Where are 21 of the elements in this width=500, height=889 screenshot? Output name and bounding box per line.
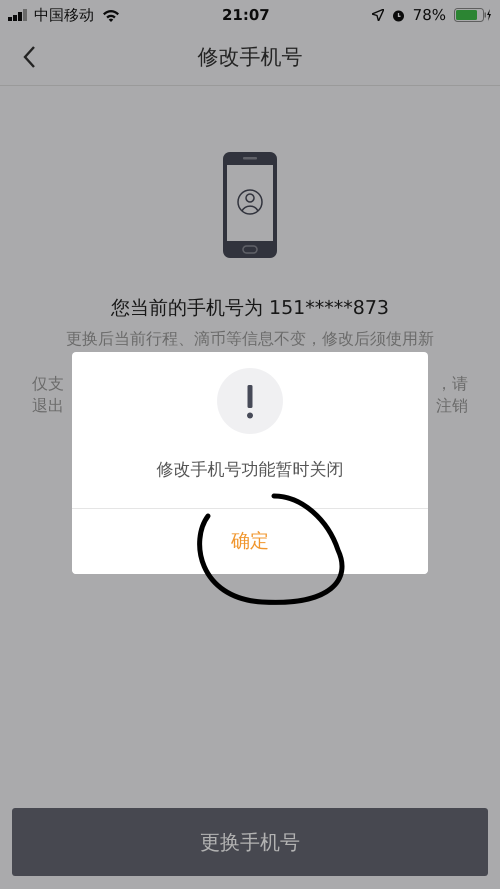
back-button[interactable] (22, 44, 36, 69)
time-text: 21:07 (222, 6, 270, 24)
exclamation-icon (217, 368, 283, 434)
battery-icon (454, 8, 492, 22)
location-icon (372, 9, 384, 21)
change-number-button[interactable]: 更换手机号 (12, 808, 488, 876)
phone-icon (223, 152, 277, 258)
notice-text: ，请 (436, 372, 468, 394)
notice-text: 更换后当前行程、滴币等信息不变，修改后须使用新 (66, 328, 434, 348)
page-title: 修改手机号 (198, 44, 302, 71)
confirm-button[interactable]: 确定 (72, 508, 428, 574)
notice-text: 仅支 (32, 372, 64, 394)
signal-icon (8, 9, 30, 21)
dialog-message: 修改手机号功能暂时关闭 (156, 460, 344, 480)
carrier-name: 中国移动 (34, 4, 94, 26)
battery-percent: 78% (412, 4, 446, 26)
wifi-icon (102, 8, 120, 22)
alarm-icon (392, 8, 405, 22)
phone-number-text: 您当前的手机号为 151*****873 (110, 297, 390, 319)
notice-text: 注销 (436, 394, 468, 416)
notice-text: 退出 (32, 394, 64, 416)
